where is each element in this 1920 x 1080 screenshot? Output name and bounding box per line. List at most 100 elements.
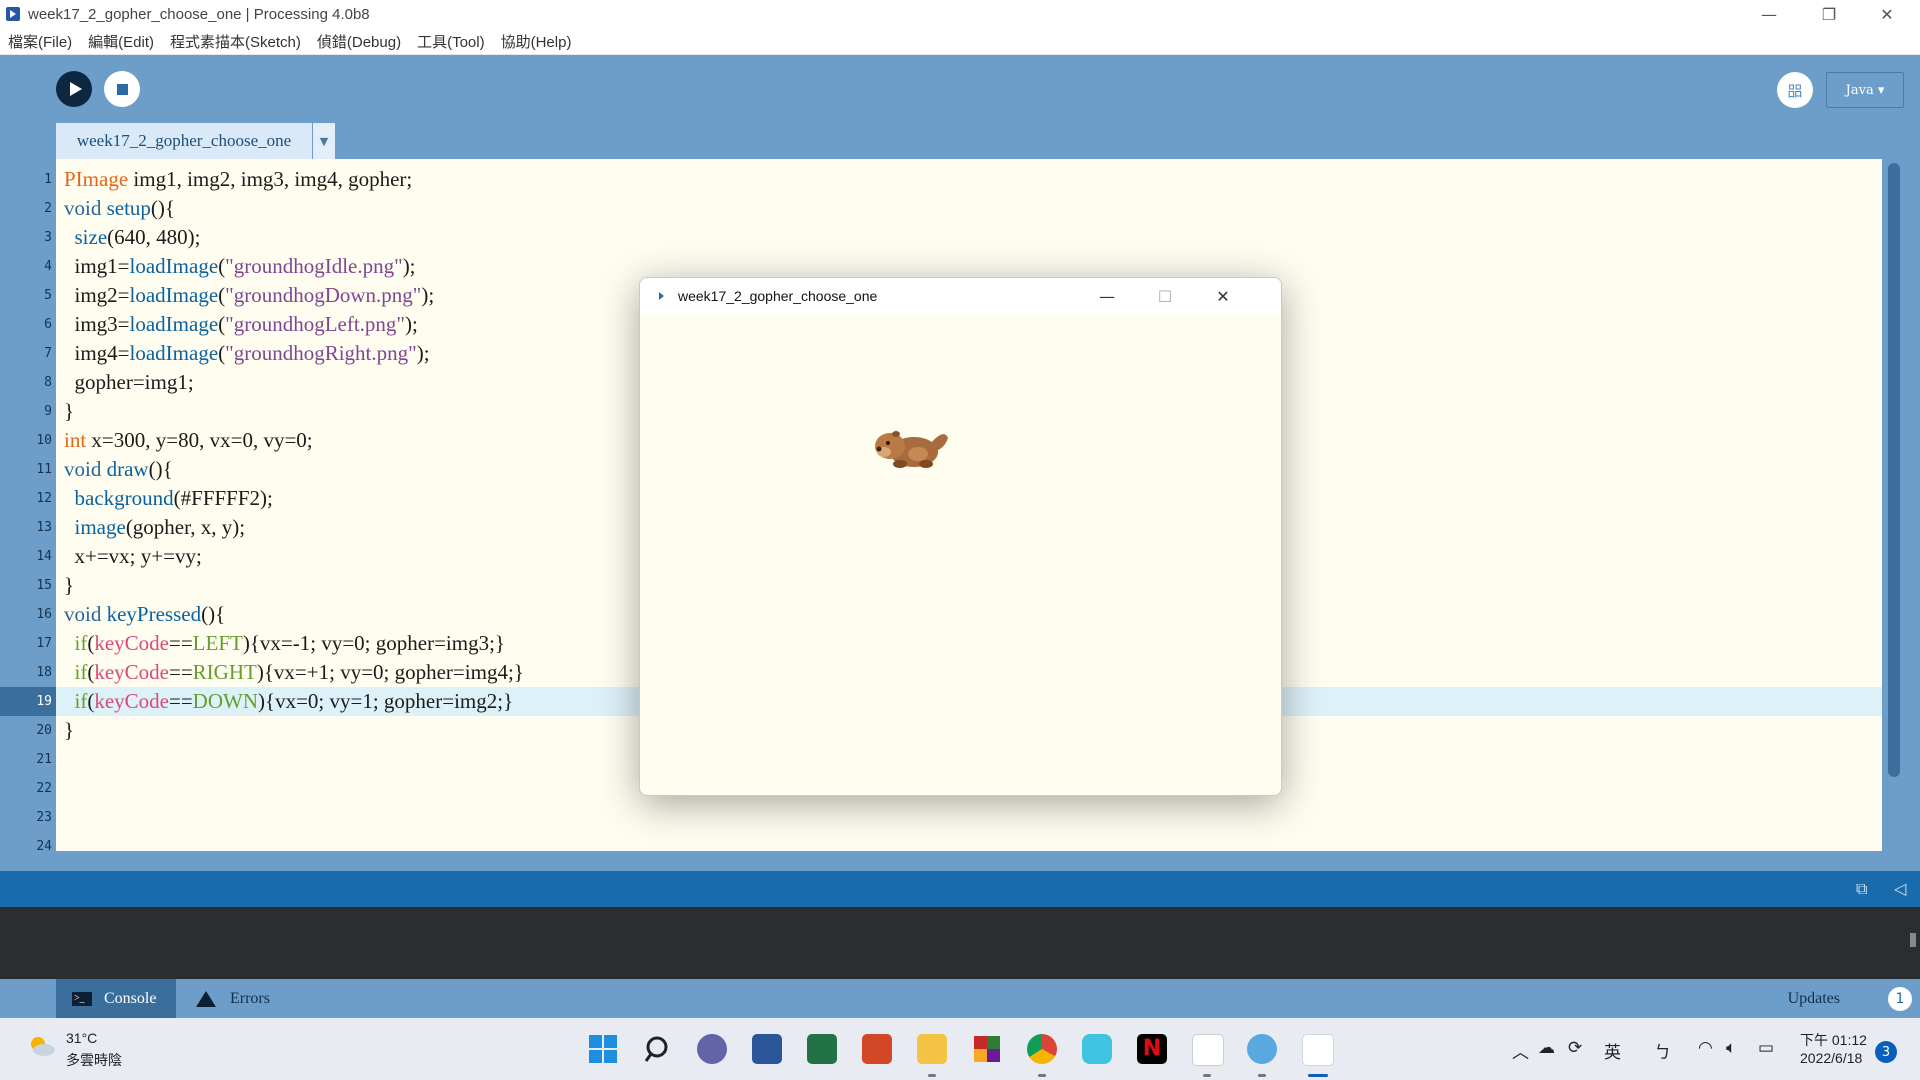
- code-token: );: [421, 283, 435, 307]
- scrollbar-thumb[interactable]: [1888, 163, 1900, 777]
- code-line-indent: [56, 747, 64, 771]
- sketch-minimize-button[interactable]: —: [1078, 278, 1136, 314]
- processing-app-icon: [6, 7, 20, 21]
- code-line[interactable]: [56, 832, 1882, 851]
- code-token: DOWN: [192, 689, 258, 713]
- code-token: loadImage: [129, 341, 219, 365]
- tab-sketch[interactable]: week17_2_gopher_choose_one: [56, 123, 312, 159]
- volume-icon[interactable]: 🔈︎: [1726, 1038, 1736, 1058]
- start-icon[interactable]: [588, 1034, 618, 1064]
- menu-sketch[interactable]: 程式素描本(Sketch): [162, 31, 309, 52]
- tab-menu-arrow[interactable]: ▼: [313, 123, 335, 159]
- close-button[interactable]: ✕: [1858, 0, 1916, 28]
- sketch-maximize-button[interactable]: ☐: [1136, 278, 1194, 314]
- code-token: img3=: [64, 312, 130, 336]
- line-number: 23: [36, 810, 52, 825]
- editor-vertical-scrollbar[interactable]: [1882, 159, 1920, 851]
- onedrive-icon[interactable]: ☁: [1538, 1038, 1555, 1058]
- code-line[interactable]: [56, 803, 1882, 832]
- run-button[interactable]: [56, 71, 92, 107]
- code-line-indent: [56, 283, 64, 307]
- code-token: (gopher, x, y);: [125, 515, 246, 539]
- code-line-indent: [56, 457, 64, 481]
- line-number: 22: [36, 781, 52, 796]
- notification-badge[interactable]: 3: [1875, 1041, 1897, 1063]
- updates-badge[interactable]: 1: [1888, 987, 1912, 1011]
- debug-icon[interactable]: 㗊: [1777, 72, 1813, 108]
- code-token: "groundhogIdle.png": [225, 254, 403, 278]
- sketch-close-button[interactable]: ✕: [1194, 278, 1252, 314]
- line-number: 12: [36, 491, 52, 506]
- weather-temperature: 31°C: [66, 1030, 98, 1046]
- maximize-button[interactable]: ❐: [1800, 0, 1858, 28]
- errors-tab[interactable]: Errors: [196, 979, 270, 1018]
- copy-console-icon[interactable]: ⧉: [1856, 879, 1867, 899]
- code-line-indent: [56, 486, 64, 510]
- sync-icon[interactable]: ⟳: [1568, 1038, 1582, 1058]
- ime-mode[interactable]: ㄅ: [1654, 1038, 1671, 1063]
- chevron-up-icon[interactable]: ︿: [1512, 1038, 1529, 1063]
- code-token: loadImage: [129, 254, 219, 278]
- code-line-indent: [56, 312, 64, 336]
- code-token: loadImage: [129, 312, 219, 336]
- powerpoint-icon[interactable]: [862, 1034, 892, 1064]
- code-token: void: [64, 196, 102, 220]
- line-number-gutter: 1 2 3 4 5 6 7 8 9 10 11 12 13 14 15 16 17 18 19 20 21 22 23 24: [0, 159, 56, 854]
- battery-icon[interactable]: ▭: [1758, 1038, 1774, 1058]
- code-token: }: [64, 399, 75, 423]
- code-line[interactable]: PImage img1, img2, img3, img4, gopher;: [56, 165, 1882, 194]
- excel-icon[interactable]: [807, 1034, 837, 1064]
- processing-icon[interactable]: [1192, 1034, 1224, 1066]
- code-token: keyCode: [94, 631, 169, 655]
- footer-tabs: >_ Console Errors Updates 1: [0, 979, 1920, 1018]
- weather-widget[interactable]: 31°C 多雲時陰: [26, 1030, 126, 1070]
- updates-label[interactable]: Updates: [1788, 990, 1840, 1008]
- mode-selector[interactable]: Java ▾: [1826, 72, 1904, 108]
- code-line[interactable]: void setup(){: [56, 194, 1882, 223]
- windows-taskbar: 31°C 多雲時陰 N ︿ ☁ ⟳ 英 ㄅ ◠ 🔈︎ ▭ 下午 01:12 20…: [0, 1018, 1920, 1080]
- code-line-indent: [56, 370, 64, 394]
- clock-date[interactable]: 2022/6/18: [1800, 1050, 1862, 1066]
- menu-edit[interactable]: 編輯(Edit): [80, 31, 162, 52]
- chrome-icon[interactable]: [1027, 1034, 1057, 1064]
- ime-indicator[interactable]: 英: [1604, 1038, 1621, 1063]
- sketch-window-icon[interactable]: [1302, 1034, 1334, 1066]
- code-line-indent: [56, 428, 64, 452]
- netflix-icon[interactable]: N: [1137, 1034, 1167, 1064]
- code-token: "groundhogLeft.png": [225, 312, 406, 336]
- wifi-icon[interactable]: ◠: [1698, 1038, 1713, 1058]
- code-token: ==: [168, 631, 193, 655]
- code-token: if: [74, 689, 88, 713]
- collapse-console-icon[interactable]: ◁: [1894, 879, 1906, 898]
- line-number: 11: [36, 462, 52, 477]
- menu-debug[interactable]: 偵錯(Debug): [309, 31, 409, 52]
- sketch-window[interactable]: week17_2_gopher_choose_one — ☐ ✕: [639, 277, 1282, 796]
- console-panel[interactable]: [0, 907, 1920, 979]
- code-line[interactable]: size(640, 480);: [56, 223, 1882, 252]
- status-bar: ⧉ ◁: [0, 871, 1920, 907]
- minimize-button[interactable]: —: [1740, 0, 1798, 28]
- code-line-indent: [56, 167, 64, 191]
- chat-icon[interactable]: [697, 1034, 727, 1064]
- kmplayer-icon[interactable]: [1082, 1034, 1112, 1064]
- menu-help[interactable]: 協助(Help): [493, 31, 580, 52]
- word-icon[interactable]: [752, 1034, 782, 1064]
- clock-time[interactable]: 下午 01:12: [1800, 1030, 1867, 1050]
- winrar-icon[interactable]: [972, 1034, 1002, 1064]
- globe-app-icon[interactable]: [1247, 1034, 1277, 1064]
- stop-button[interactable]: [104, 71, 140, 107]
- menu-file[interactable]: 檔案(File): [0, 31, 80, 52]
- code-token: );: [405, 312, 418, 336]
- file-explorer-icon[interactable]: [917, 1034, 947, 1064]
- line-number: 16: [36, 607, 52, 622]
- menu-tool[interactable]: 工具(Tool): [409, 31, 493, 52]
- code-line-indent: [56, 602, 64, 626]
- console-scrollbar[interactable]: [1910, 933, 1916, 947]
- sketch-title: week17_2_gopher_choose_one: [678, 288, 878, 304]
- line-number: 2: [44, 201, 52, 216]
- code-token: ){vx=+1; vy=0; gopher=img4;}: [256, 660, 524, 684]
- code-token: keyPressed: [106, 602, 202, 626]
- code-token: LEFT: [192, 631, 243, 655]
- console-tab[interactable]: >_ Console: [56, 979, 176, 1018]
- search-icon[interactable]: [643, 1034, 673, 1064]
